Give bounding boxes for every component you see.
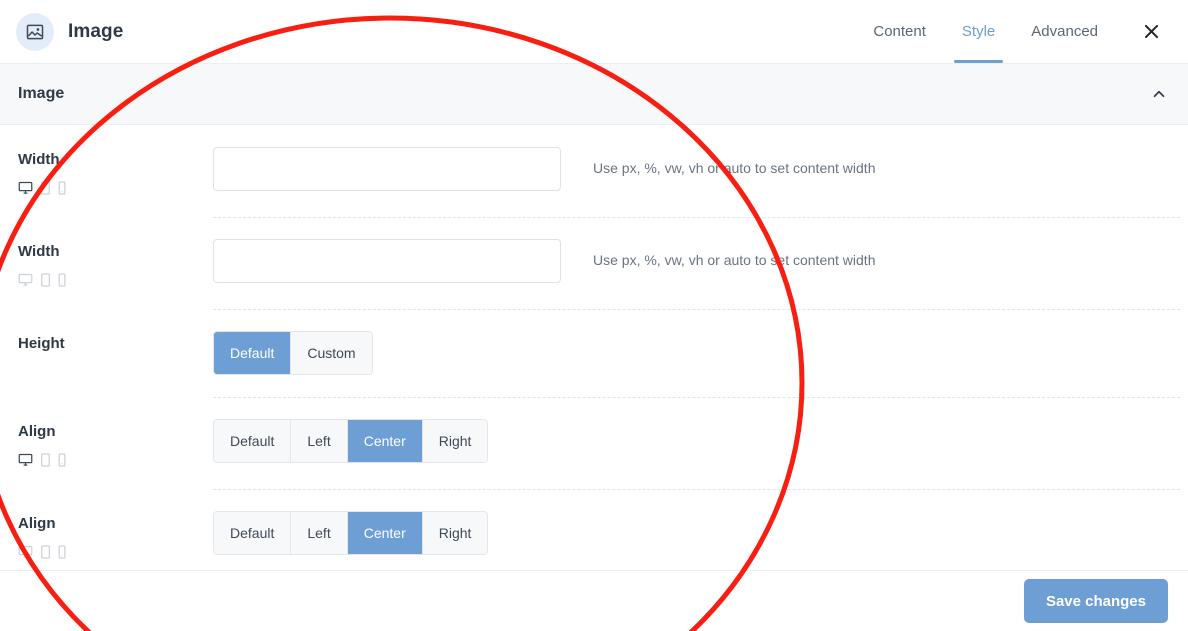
- tab-style[interactable]: Style: [944, 0, 1013, 63]
- align-option-left[interactable]: Left: [291, 512, 348, 554]
- align-option-center[interactable]: Center: [347, 512, 423, 554]
- row-label-group: Align: [18, 511, 213, 559]
- field-label: Align: [18, 423, 56, 440]
- field-help-text: Use px, %, vw, vh or auto to set content…: [593, 160, 876, 176]
- modal-header-right: Content Style Advanced: [855, 0, 1170, 63]
- align-group: Default Left Center Right: [213, 511, 489, 555]
- height-option-custom[interactable]: Custom: [291, 332, 372, 374]
- page-title: Image: [68, 20, 124, 42]
- image-settings-modal: Image Content Style Advanced Image Width…: [0, 0, 1188, 631]
- device-toggle-group: [18, 180, 213, 195]
- tab-content-label: Content: [873, 23, 926, 40]
- mobile-icon[interactable]: [58, 452, 66, 467]
- desktop-icon[interactable]: [18, 452, 33, 467]
- width-input[interactable]: [213, 239, 561, 283]
- mobile-icon[interactable]: [58, 544, 66, 559]
- close-icon[interactable]: [1138, 19, 1164, 45]
- image-icon: [16, 12, 54, 51]
- tab-style-label: Style: [961, 23, 996, 40]
- align-option-default[interactable]: Default: [214, 512, 292, 554]
- row-control: Default Left Center Right: [213, 419, 561, 463]
- align-group: Default Left Center Right: [213, 419, 489, 463]
- row-align-2: Align Default Left Center Right: [0, 489, 1188, 581]
- row-control: Default Left Center Right: [213, 511, 561, 555]
- row-width-2: Width Use px, %, vw, vh or auto to set c…: [0, 217, 1188, 309]
- settings-body: Width Use px, %, vw, vh or auto to set c…: [0, 125, 1188, 581]
- tab-advanced[interactable]: Advanced: [1013, 0, 1116, 63]
- modal-footer: Save changes: [0, 570, 1188, 631]
- modal-header-left: Image: [16, 12, 124, 51]
- field-label: Height: [18, 335, 65, 352]
- save-button[interactable]: Save changes: [1023, 579, 1168, 623]
- width-input[interactable]: [213, 147, 561, 191]
- chevron-up-icon[interactable]: [1150, 85, 1168, 103]
- mobile-icon[interactable]: [58, 272, 66, 287]
- row-label-group: Width: [18, 147, 213, 195]
- tab-advanced-label: Advanced: [1031, 23, 1098, 40]
- align-option-left[interactable]: Left: [291, 420, 348, 462]
- desktop-icon[interactable]: [18, 180, 33, 195]
- field-help-text: Use px, %, vw, vh or auto to set content…: [593, 252, 876, 268]
- row-control: [213, 239, 561, 283]
- align-option-default[interactable]: Default: [214, 420, 292, 462]
- modal-header: Image Content Style Advanced: [0, 0, 1188, 64]
- section-header-image[interactable]: Image: [0, 64, 1188, 125]
- tablet-icon[interactable]: [40, 544, 51, 559]
- device-toggle-group: [18, 272, 213, 287]
- align-option-right[interactable]: Right: [422, 512, 488, 554]
- row-control: Default Custom: [213, 331, 561, 375]
- height-mode-group: Default Custom: [213, 331, 373, 375]
- align-option-right[interactable]: Right: [422, 420, 488, 462]
- row-label-group: Align: [18, 419, 213, 467]
- desktop-icon[interactable]: [18, 272, 33, 287]
- row-label-group: Height: [18, 331, 213, 352]
- align-option-center[interactable]: Center: [347, 420, 423, 462]
- row-align-1: Align Default Left Center Right: [0, 397, 1188, 489]
- field-label: Width: [18, 243, 60, 260]
- tablet-icon[interactable]: [40, 272, 51, 287]
- device-toggle-group: [18, 544, 213, 559]
- tab-content[interactable]: Content: [855, 0, 944, 63]
- tab-bar: Content Style Advanced: [855, 0, 1116, 63]
- device-toggle-group: [18, 452, 213, 467]
- row-height: Height Default Custom: [0, 309, 1188, 397]
- tablet-icon[interactable]: [40, 452, 51, 467]
- row-width-1: Width Use px, %, vw, vh or auto to set c…: [0, 125, 1188, 217]
- desktop-icon[interactable]: [18, 544, 33, 559]
- mobile-icon[interactable]: [58, 180, 66, 195]
- section-title: Image: [18, 85, 65, 102]
- row-control: [213, 147, 561, 191]
- height-option-default[interactable]: Default: [214, 332, 292, 374]
- field-label: Align: [18, 515, 56, 532]
- row-label-group: Width: [18, 239, 213, 287]
- field-label: Width: [18, 151, 60, 168]
- tablet-icon[interactable]: [40, 180, 51, 195]
